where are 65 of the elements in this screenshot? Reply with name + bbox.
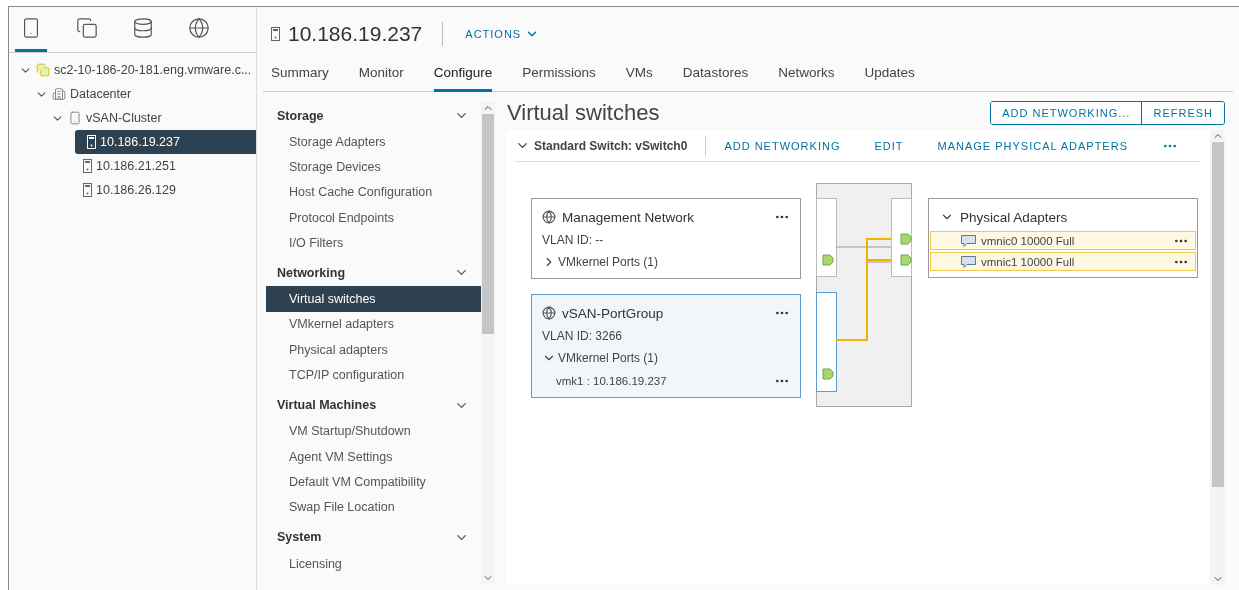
building-icon <box>52 87 66 101</box>
tab[interactable]: Summary <box>271 55 329 92</box>
copy-icon <box>76 17 98 39</box>
host-title: 10.186.19.237 <box>288 22 423 46</box>
menu-item[interactable]: Virtual switches <box>266 286 481 312</box>
menu-item[interactable]: Protocol Endpoints <box>266 204 481 231</box>
switch-action-link[interactable]: EDIT <box>874 139 904 152</box>
menu-heading: Storage <box>277 108 324 123</box>
tree-item[interactable]: 10.186.19.237 <box>75 130 256 154</box>
tab[interactable]: Configure <box>433 55 493 92</box>
cluster-icon <box>68 111 82 125</box>
port-group-card[interactable]: Management Network VLAN ID: -- VMkernel Ports (1) <box>531 198 801 279</box>
tree-item[interactable]: Datacenter <box>9 82 256 106</box>
menu-item[interactable]: Agent VM Settings <box>266 443 481 470</box>
server-icon <box>83 159 92 173</box>
menu-item[interactable]: Licensing <box>266 550 481 577</box>
ports-label: VMkernel Ports (1) <box>558 350 659 367</box>
tab[interactable]: Monitor <box>358 55 404 92</box>
switch-action-link[interactable]: MANAGE PHYSICAL ADAPTERS <box>937 139 1128 152</box>
menu-heading: Networking <box>277 266 346 280</box>
vlan-id: VLAN ID: 3266 <box>542 327 624 345</box>
vcenter-icon <box>36 63 50 77</box>
database-icon <box>132 17 154 39</box>
menu-item[interactable]: Physical adapters <box>266 337 481 363</box>
tab[interactable]: Permissions <box>522 55 596 92</box>
menu-item[interactable]: VMkernel adapters <box>266 311 481 338</box>
vlan-id: VLAN ID: -- <box>542 231 605 249</box>
menu-item[interactable]: Storage Devices <box>266 154 481 180</box>
actions-menu[interactable]: ACTIONS <box>465 27 540 41</box>
menu-item[interactable]: TCP/IP configuration <box>266 362 481 388</box>
menu-item[interactable]: Swap File Location <box>266 494 481 520</box>
menu-item[interactable]: VM Startup/Shutdown <box>266 418 481 444</box>
menu-heading: Virtual Machines <box>277 398 377 413</box>
switch-title: Standard Switch: vSwitch0 <box>534 138 688 153</box>
tab[interactable]: VMs <box>625 55 653 92</box>
toolbar-button[interactable]: ADD NETWORKING... <box>991 102 1142 124</box>
tab[interactable]: Updates <box>864 55 915 92</box>
menu-item[interactable]: I/O Filters <box>266 230 481 256</box>
menu-item[interactable]: Default VM Compatibility <box>266 469 481 495</box>
port-group-card[interactable]: vSAN-PortGroup VLAN ID: 3266 VMkernel Ports (1) vmk1 : 10.186.19.237 <box>531 294 801 398</box>
tab[interactable]: Networks <box>778 55 835 92</box>
server-icon <box>87 135 96 149</box>
server-icon <box>83 183 92 197</box>
port-group-name: vSAN-PortGroup <box>562 305 665 321</box>
menu-heading: System <box>277 530 322 545</box>
globe-icon <box>188 17 210 39</box>
server-icon <box>271 27 280 41</box>
toolbar-button[interactable]: REFRESH <box>1141 102 1224 124</box>
page-title: Virtual switches <box>507 100 660 126</box>
tree-item[interactable]: sc2-10-186-20-181.eng.vmware.c... <box>9 58 256 82</box>
adapter-row[interactable]: vmnic1 10000 Full <box>930 252 1196 271</box>
tree-item[interactable]: vSAN-Cluster <box>9 106 256 130</box>
adapter-row[interactable]: vmnic0 10000 Full <box>930 231 1196 250</box>
switch-action-link[interactable]: ADD NETWORKING <box>724 139 841 152</box>
vmkernel-port: vmk1 : 10.186.19.237 <box>556 375 668 387</box>
port-group-name: Management Network <box>562 209 696 225</box>
globe-icon <box>542 306 556 320</box>
menu-item[interactable]: Host Cache Configuration <box>266 179 481 205</box>
tree-item[interactable]: 10.186.26.129 <box>9 178 256 202</box>
menu-item[interactable]: Storage Adapters <box>266 129 481 155</box>
ports-label: VMkernel Ports (1) <box>558 254 659 271</box>
globe-icon <box>542 210 556 224</box>
tab[interactable]: Datastores <box>682 55 749 92</box>
tree-item[interactable]: 10.186.21.251 <box>9 154 256 178</box>
adapters-title: Physical Adapters <box>960 209 1069 225</box>
